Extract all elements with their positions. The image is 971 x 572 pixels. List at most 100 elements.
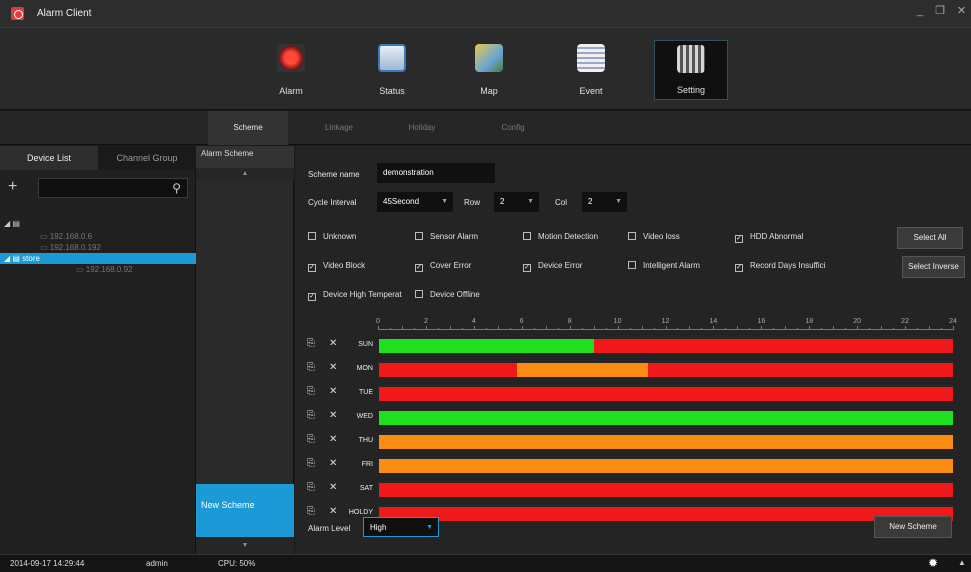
alarm-type-checkbox[interactable]: ✓ Cover Error	[415, 261, 471, 272]
checkbox-box[interactable]	[415, 232, 423, 240]
close-button[interactable]: ✕	[952, 3, 971, 19]
schedule-segment[interactable]	[379, 459, 953, 473]
alarm-type-checkbox[interactable]: ✓ HDD Abnormal	[735, 232, 803, 243]
checkbox-box[interactable]: ✓	[735, 235, 743, 243]
schedule-bar-mon[interactable]	[379, 363, 953, 377]
scroll-up-arrow[interactable]: ▲	[196, 168, 294, 180]
schedule-bar-sun[interactable]	[379, 339, 953, 353]
tab-config[interactable]: Config	[473, 111, 553, 145]
copy-icon[interactable]: ⎘	[307, 362, 315, 373]
schedule-segment[interactable]	[648, 363, 953, 377]
scroll-down-arrow[interactable]: ▼	[196, 537, 294, 554]
app-logo-icon	[11, 7, 24, 20]
toolbar-map[interactable]: Map	[449, 44, 529, 104]
scheme-list-item-new[interactable]: New Scheme	[196, 484, 294, 537]
toolbar-alarm[interactable]: Alarm	[251, 44, 331, 104]
row-select[interactable]: 2 ▼	[494, 192, 539, 212]
schedule-segment[interactable]	[379, 411, 953, 425]
schedule-bar-thu[interactable]	[379, 435, 953, 449]
checkbox-box[interactable]	[628, 261, 636, 269]
toolbar-event[interactable]: Event	[551, 44, 631, 104]
col-select[interactable]: 2 ▼	[582, 192, 627, 212]
restore-button[interactable]: ❐	[930, 3, 950, 19]
map-icon	[475, 44, 503, 72]
checkbox-box[interactable]: ✓	[735, 264, 743, 272]
checkbox-box[interactable]: ✓	[415, 264, 423, 272]
tab-channel-group[interactable]: Channel Group	[98, 146, 196, 170]
schedule-segment[interactable]	[379, 363, 517, 377]
toolbar-status[interactable]: Status	[352, 44, 432, 104]
tree-node[interactable]: ▭ 192.168.0.6	[0, 231, 196, 242]
tree-node[interactable]: ▭ 192.168.0.92	[0, 264, 196, 275]
ruler-tick	[497, 326, 499, 330]
tree-node[interactable]: ◢ ▤ store	[0, 253, 196, 264]
schedule-bar-fri[interactable]	[379, 459, 953, 473]
tab-holiday[interactable]: Holiday	[382, 111, 462, 145]
ruler-tick	[521, 326, 523, 330]
schedule-segment[interactable]	[379, 339, 595, 353]
checkbox-box[interactable]	[415, 290, 423, 298]
schedule-bar-tue[interactable]	[379, 387, 953, 401]
schedule-segment[interactable]	[379, 435, 953, 449]
schedule-bar-holdy[interactable]	[379, 507, 953, 521]
schedule-segment[interactable]	[379, 483, 953, 497]
checkbox-box[interactable]	[628, 232, 636, 240]
select-all-button[interactable]: Select All	[897, 227, 963, 249]
copy-icon[interactable]: ⎘	[307, 386, 315, 397]
checkbox-box[interactable]: ✓	[523, 264, 531, 272]
checkbox-box[interactable]: ✓	[308, 264, 316, 272]
tree-node-label: 192.168.0.192	[49, 243, 101, 252]
expand-arrow-icon[interactable]: ▲	[958, 558, 966, 567]
copy-icon[interactable]: ⎘	[307, 482, 315, 493]
toolbar-setting[interactable]: Setting	[654, 40, 728, 100]
ruler-tick-label: 4	[471, 318, 476, 325]
alarm-bell-icon[interactable]: ✹	[928, 556, 938, 570]
alarm-type-checkbox[interactable]: Sensor Alarm	[415, 232, 478, 241]
checkbox-box[interactable]	[523, 232, 531, 240]
add-device-button[interactable]: +	[8, 179, 17, 195]
schedule-bar-wed[interactable]	[379, 411, 953, 425]
alarm-type-checkbox[interactable]: ✓ Record Days Insuffici	[735, 261, 825, 272]
tab-device-list[interactable]: Device List	[0, 146, 98, 170]
main-toolbar: Alarm Status Map Event Setting	[0, 28, 971, 110]
copy-icon[interactable]: ⎘	[307, 410, 315, 421]
checkbox-box[interactable]: ✓	[308, 293, 316, 301]
tab-scheme[interactable]: Scheme	[208, 111, 288, 145]
checkbox-label: Record Days Insuffici	[750, 261, 826, 270]
status-user: admin	[146, 559, 168, 568]
device-search-input[interactable]: ⚲	[38, 178, 188, 198]
scheme-name-input[interactable]: demonstration	[377, 163, 495, 183]
search-icon[interactable]: ⚲	[172, 181, 181, 195]
checkbox-box[interactable]	[308, 232, 316, 240]
alarm-type-checkbox[interactable]: Motion Detection	[523, 232, 598, 241]
schedule-bar-sat[interactable]	[379, 483, 953, 497]
chevron-down-icon: ▼	[615, 198, 622, 205]
tree-node[interactable]: ◢ ▤	[0, 218, 196, 229]
alarm-type-checkbox[interactable]: Video loss	[628, 232, 680, 241]
alarm-type-checkbox[interactable]: ✓ Device High Temperat	[308, 290, 402, 301]
schedule-segment[interactable]	[379, 387, 953, 401]
copy-icon[interactable]: ⎘	[307, 434, 315, 445]
schedule-segment[interactable]	[379, 507, 953, 521]
tab-linkage[interactable]: Linkage	[299, 111, 379, 145]
select-inverse-button[interactable]: Select Inverse	[902, 256, 965, 278]
alarm-type-checkbox[interactable]: ✓ Video Block	[308, 261, 365, 272]
alarm-type-checkbox[interactable]: Unknown	[308, 232, 356, 241]
copy-icon[interactable]: ⎘	[307, 338, 315, 349]
minimize-button[interactable]: _	[910, 3, 930, 19]
copy-icon[interactable]: ⎘	[307, 506, 315, 517]
new-scheme-button[interactable]: New Scheme	[874, 516, 952, 538]
alarm-type-checkbox[interactable]: Device Offline	[415, 290, 480, 299]
alarm-level-select[interactable]: High ▼	[363, 517, 439, 537]
ruler-tick	[581, 328, 583, 330]
cycle-interval-select[interactable]: 45Second ▼	[377, 192, 453, 212]
title-bar: Alarm Client _ ❐ ✕	[0, 0, 971, 28]
tree-node[interactable]: ▭ 192.168.0.192	[0, 242, 196, 253]
alarm-type-checkbox[interactable]: ✓ Device Error	[523, 261, 582, 272]
alarm-type-checkbox[interactable]: Intelligent Alarm	[628, 261, 700, 270]
tree-node-label: store	[22, 254, 40, 263]
copy-icon[interactable]: ⎘	[307, 458, 315, 469]
schedule-segment[interactable]	[516, 363, 649, 377]
schedule-segment[interactable]	[594, 339, 953, 353]
ruler-tick-label: 22	[901, 318, 909, 325]
